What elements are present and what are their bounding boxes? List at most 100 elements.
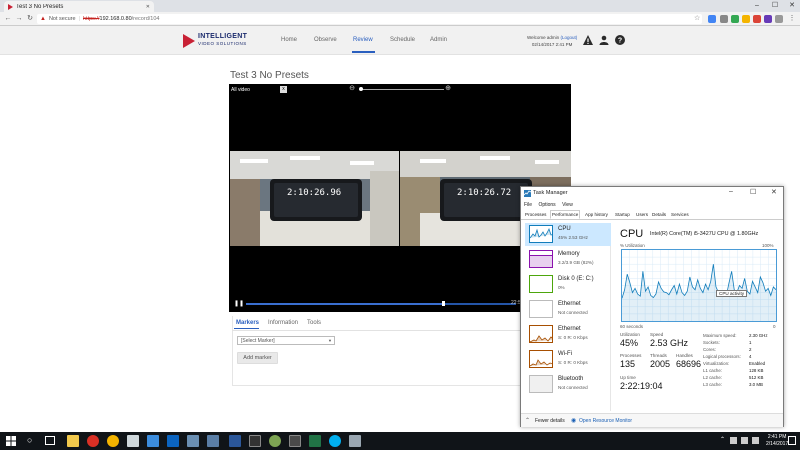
zoom-out-icon[interactable]: ⊖ — [348, 85, 356, 93]
resource-wifi[interactable]: Wi-Fi S: 0 R: 0 Kbps — [525, 348, 611, 371]
resource-bluetooth[interactable]: Bluetooth Not connected — [525, 373, 611, 396]
resource-cpu[interactable]: CPU 45% 2.53 GHz — [525, 223, 611, 246]
resource-ethernet-1[interactable]: Ethernet Not connected — [525, 298, 611, 321]
task-manager-taskbar-icon[interactable] — [349, 435, 361, 447]
search-icon[interactable]: ○ — [27, 435, 32, 445]
url-path: /record/104 — [131, 16, 160, 22]
pause-icon[interactable]: ❚❚ — [234, 300, 244, 307]
task-view-icon[interactable] — [45, 436, 55, 445]
extension-icon[interactable] — [708, 15, 716, 23]
nav-review[interactable]: Review — [353, 37, 373, 43]
chevron-up-icon[interactable]: ⌃ — [525, 417, 530, 424]
open-resource-monitor-link[interactable]: Open Resource Monitor — [579, 418, 632, 424]
resource-memory[interactable]: Memory 3.2/3.9 GB (82%) — [525, 248, 611, 271]
resource-name: CPU — [558, 226, 571, 232]
zoom-slider-handle[interactable] — [359, 87, 363, 91]
chrome-icon[interactable] — [107, 435, 119, 447]
word-icon[interactable] — [229, 435, 241, 447]
app-icon[interactable] — [147, 435, 159, 447]
video-close-button[interactable]: x — [280, 86, 287, 93]
app-icon[interactable] — [289, 435, 301, 447]
tab-markers[interactable]: Markers — [236, 320, 259, 326]
menu-options[interactable]: Options — [538, 202, 555, 208]
tab-details[interactable]: Details — [651, 211, 667, 218]
tray-volume-icon[interactable] — [741, 437, 748, 444]
help-icon[interactable]: ? — [615, 35, 625, 45]
tab-information[interactable]: Information — [268, 320, 298, 326]
nav-admin[interactable]: Admin — [430, 37, 447, 43]
resource-ethernet-2[interactable]: Ethernet S: 0 R: 0 Kbps — [525, 323, 611, 346]
user-icon[interactable] — [599, 35, 609, 45]
resource-detail: 45% 2.53 GHz — [558, 235, 588, 240]
playback-buffer-bar — [443, 303, 516, 305]
extension-icon[interactable] — [731, 15, 739, 23]
playback-handle[interactable] — [442, 301, 446, 306]
skype-icon[interactable] — [329, 435, 341, 447]
task-manager-window[interactable]: Task Manager – ☐ ✕ File Options View Pro… — [520, 186, 784, 427]
add-marker-button[interactable]: Add marker — [237, 352, 278, 364]
tm-close-button[interactable]: ✕ — [771, 188, 777, 196]
tab-app-history[interactable]: App history — [584, 211, 609, 218]
extension-icon[interactable] — [742, 15, 750, 23]
zoom-slider[interactable] — [359, 89, 444, 90]
tray-network-icon[interactable] — [730, 437, 737, 444]
app-icon[interactable] — [207, 435, 219, 447]
extension-icon[interactable] — [753, 15, 761, 23]
excel-icon[interactable] — [309, 435, 321, 447]
outlook-icon[interactable] — [167, 435, 179, 447]
bookmark-star-icon[interactable]: ☆ — [694, 14, 700, 22]
tray-battery-icon[interactable] — [752, 437, 759, 444]
terminal-icon[interactable] — [249, 435, 261, 447]
ethernet-thumbnail — [529, 300, 553, 318]
tab-services[interactable]: Services — [670, 211, 690, 218]
tab-tools[interactable]: Tools — [307, 320, 321, 326]
window-minimize-button[interactable]: – — [748, 0, 766, 12]
processes-label: Processes — [620, 353, 642, 358]
alert-icon[interactable] — [583, 35, 593, 45]
extension-icon[interactable] — [720, 15, 728, 23]
windows-start-icon[interactable] — [6, 436, 16, 446]
cpu-utilization-graph[interactable] — [621, 249, 777, 322]
camera-1-timestamp: 2:10:26.96 — [287, 188, 342, 198]
welcome-text: Welcome admin — [527, 35, 560, 40]
window-maximize-button[interactable]: ☐ — [766, 0, 784, 12]
address-bar[interactable]: ▲ Not secure | https://192.168.0.80/reco… — [37, 14, 702, 24]
tray-clock[interactable]: 2:41 PM 2/14/2017 — [766, 434, 788, 448]
network-icon[interactable] — [187, 435, 199, 447]
notifications-icon[interactable] — [788, 436, 796, 445]
menu-view[interactable]: View — [562, 202, 573, 208]
camera-feed-1[interactable]: 2:10:26.96 — [230, 151, 399, 246]
forward-icon[interactable]: → — [14, 14, 24, 24]
file-explorer-icon[interactable] — [67, 435, 79, 447]
reload-icon[interactable]: ↻ — [25, 14, 35, 24]
back-icon[interactable]: ← — [3, 14, 13, 24]
tm-maximize-button[interactable]: ☐ — [750, 188, 756, 196]
tray-chevron-up-icon[interactable]: ⌃ — [720, 436, 725, 443]
extension-icon[interactable] — [775, 15, 783, 23]
nav-observe[interactable]: Observe — [314, 37, 337, 43]
tab-performance[interactable]: Performance — [550, 210, 581, 219]
tab-close-icon[interactable]: ✕ — [146, 4, 150, 10]
extension-icon[interactable] — [764, 15, 772, 23]
task-manager-titlebar[interactable]: Task Manager – ☐ ✕ — [521, 187, 783, 200]
fewer-details-link[interactable]: Fewer details — [535, 418, 565, 424]
nav-home[interactable]: Home — [281, 37, 297, 43]
tab-startup[interactable]: Startup — [614, 211, 631, 218]
browser-tab[interactable]: Test 3 No Presets ✕ — [4, 1, 154, 12]
tm-minimize-button[interactable]: – — [729, 188, 733, 195]
store-icon[interactable] — [127, 435, 139, 447]
logout-link[interactable]: (Logout) — [560, 35, 577, 40]
tab-users[interactable]: Users — [635, 211, 649, 218]
zoom-in-icon[interactable]: ⊕ — [444, 85, 452, 93]
resource-disk[interactable]: Disk 0 (E: C:) 0% — [525, 273, 611, 296]
browser-menu-icon[interactable]: ⋮ — [787, 14, 797, 24]
graph-time-span: 60 seconds — [620, 324, 644, 329]
marker-select[interactable]: [Select Marker] ▼ — [237, 336, 335, 345]
app-icon[interactable] — [269, 435, 281, 447]
chrome-icon[interactable] — [87, 435, 99, 447]
window-close-button[interactable]: ✕ — [783, 0, 800, 12]
nav-schedule[interactable]: Schedule — [390, 37, 415, 43]
spec-label: Cores: — [703, 347, 716, 352]
tab-processes[interactable]: Processes — [524, 211, 547, 218]
menu-file[interactable]: File — [524, 202, 532, 208]
